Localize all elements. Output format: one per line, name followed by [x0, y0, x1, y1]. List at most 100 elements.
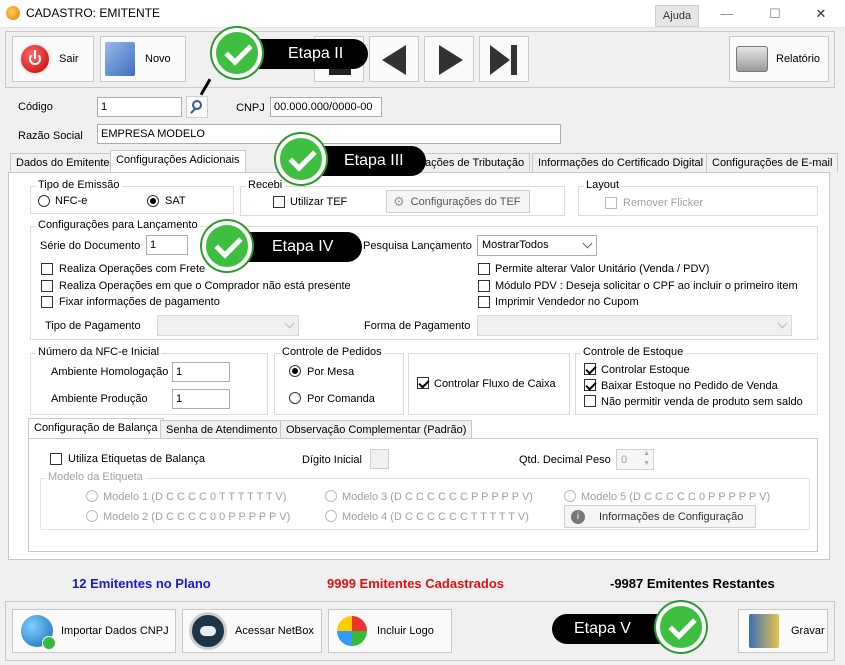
info-config-label: Informações de Configuração — [599, 510, 744, 523]
tab-certificado[interactable]: Informações do Certificado Digital — [532, 153, 710, 172]
frete-checkbox[interactable] — [41, 263, 53, 275]
vendedor-checkbox[interactable] — [478, 296, 490, 308]
estoque-caption: Controle de Estoque — [581, 346, 686, 358]
nfce-radio[interactable] — [38, 195, 50, 207]
netbox-button[interactable]: Acessar NetBox — [182, 609, 322, 653]
import-cnpj-button[interactable]: Importar Dados CNPJ — [12, 609, 176, 653]
down-icon: ▼ — [643, 460, 650, 467]
estoque-saldo-checkbox[interactable] — [584, 395, 596, 407]
cnpj-input[interactable] — [270, 97, 382, 117]
subtab-balanca[interactable]: Configuração de Balança — [28, 418, 164, 439]
fluxo-checkbox[interactable] — [417, 377, 429, 389]
lanc-caption: Configurações para Lançamento — [36, 219, 200, 231]
sat-radio[interactable] — [147, 195, 159, 207]
modelo3-radio[interactable] — [325, 490, 337, 502]
subtab-observacao[interactable]: Observação Complementar (Padrão) — [280, 420, 473, 439]
code-label: Código — [18, 101, 53, 113]
app-icon — [6, 6, 20, 20]
cnpj-label: CNPJ — [236, 102, 265, 114]
flicker-checkbox[interactable] — [605, 197, 617, 209]
chevron-down-icon — [284, 318, 295, 329]
printer-icon — [736, 46, 768, 72]
serie-input[interactable] — [146, 235, 188, 255]
globe-icon — [21, 615, 56, 650]
stats-remaining: -9987 Emitentes Restantes — [610, 576, 775, 591]
nfce-label: NFC-e — [55, 195, 88, 207]
modelo2-radio[interactable] — [86, 510, 98, 522]
fixar-pag-label: Fixar informações de pagamento — [59, 296, 220, 308]
balanca-checkbox[interactable] — [50, 453, 62, 465]
cpf-label: Módulo PDV : Deseja solicitar o CPF ao i… — [495, 280, 798, 292]
forma-pag-label: Forma de Pagamento — [364, 320, 471, 332]
maximize-icon[interactable]: ☐ — [760, 4, 790, 24]
digito-input[interactable] — [370, 449, 389, 469]
estoque-controlar-checkbox[interactable] — [584, 363, 596, 375]
tef-config-button[interactable]: ⚙ Configurações do TEF — [386, 190, 530, 213]
estoque-baixar-checkbox[interactable] — [584, 379, 596, 391]
tab-email[interactable]: Configurações de E-mail — [706, 153, 839, 172]
tef-checkbox[interactable] — [273, 196, 285, 208]
razao-label: Razão Social — [18, 130, 83, 142]
gear-icon: ⚙ — [393, 193, 405, 209]
up-icon: ▲ — [643, 450, 650, 457]
pesquisa-label: Pesquisa Lançamento — [363, 240, 472, 252]
nfce-num-group: Número da NFC-e Inicial — [30, 346, 268, 415]
forma-pag-select[interactable] — [477, 315, 792, 336]
receb-caption: Recebi — [246, 179, 285, 191]
nav-last-button[interactable] — [479, 36, 529, 82]
razao-input[interactable] — [97, 124, 561, 144]
cpf-checkbox[interactable] — [478, 280, 490, 292]
tab-config-adicionais[interactable]: Configurações Adicionais — [110, 150, 246, 173]
sat-label: SAT — [165, 195, 186, 207]
include-logo-button[interactable]: Incluir Logo — [328, 609, 452, 653]
homolog-label: Ambiente Homologação — [51, 366, 169, 378]
emissao-caption: Tipo de Emissão — [36, 179, 122, 191]
chevron-down-icon — [582, 238, 593, 249]
valor-unit-checkbox[interactable] — [478, 263, 490, 275]
mesa-radio[interactable] — [289, 365, 301, 377]
exit-button[interactable]: Sair — [12, 36, 94, 82]
fixar-pag-checkbox[interactable] — [41, 296, 53, 308]
window-title: CADASTRO: EMITENTE — [26, 6, 161, 20]
frete-label: Realiza Operações com Frete — [59, 263, 206, 275]
modelo-caption: Modelo da Etiqueta — [46, 471, 145, 483]
fluxo-label: Controlar Fluxo de Caixa — [434, 378, 556, 390]
comprador-checkbox[interactable] — [41, 280, 53, 292]
code-input[interactable] — [97, 97, 182, 117]
info-config-button[interactable]: i Informações de Configuração — [564, 505, 756, 528]
digito-label: Dígito Inicial — [302, 454, 362, 466]
qtd-decimal-stepper[interactable]: 0 ▲ ▼ — [616, 449, 654, 470]
comanda-radio[interactable] — [289, 392, 301, 404]
flicker-label: Remover Flicker — [623, 197, 704, 209]
nav-next-button[interactable] — [424, 36, 474, 82]
search-code-button[interactable] — [186, 96, 208, 118]
subtab-senha[interactable]: Senha de Atendimento — [160, 420, 284, 439]
step3-check-icon — [276, 134, 326, 184]
report-button[interactable]: Relatório — [729, 36, 829, 82]
pedidos-caption: Controle de Pedidos — [280, 346, 384, 358]
tab-dados-emitente[interactable]: Dados do Emitente — [10, 153, 116, 172]
modelo5-radio[interactable] — [564, 490, 576, 502]
exit-label: Sair — [59, 53, 79, 65]
modelo3-label: Modelo 3 (D C C C C C C P P P P P V) — [342, 491, 533, 503]
serie-label: Série do Documento — [40, 240, 141, 252]
tab-tributacao[interactable]: ações de Tributação — [420, 153, 531, 172]
comprador-label: Realiza Operações em que o Comprador não… — [59, 280, 351, 292]
help-button[interactable]: Ajuda — [655, 5, 699, 27]
new-button[interactable]: Novo — [100, 36, 186, 82]
close-icon[interactable]: ✕ — [806, 4, 836, 24]
pesquisa-select[interactable]: MostrarTodos — [477, 235, 597, 256]
estoque-controlar-label: Controlar Estoque — [601, 364, 690, 376]
modelo1-radio[interactable] — [86, 490, 98, 502]
minimize-icon[interactable]: — — [712, 4, 742, 24]
save-button[interactable]: Gravar — [738, 609, 828, 653]
homolog-input[interactable] — [172, 362, 230, 382]
power-icon — [19, 43, 51, 75]
modelo4-label: Modelo 4 (D C C C C C C T T T T T V) — [342, 511, 529, 523]
modelo4-radio[interactable] — [325, 510, 337, 522]
prod-input[interactable] — [172, 389, 230, 409]
nav-prev-button[interactable] — [369, 36, 419, 82]
modelo1-label: Modelo 1 (D C C C C 0 T T T T T T V) — [103, 491, 287, 503]
save-icon — [749, 614, 779, 648]
tipo-pag-select[interactable] — [157, 315, 299, 336]
